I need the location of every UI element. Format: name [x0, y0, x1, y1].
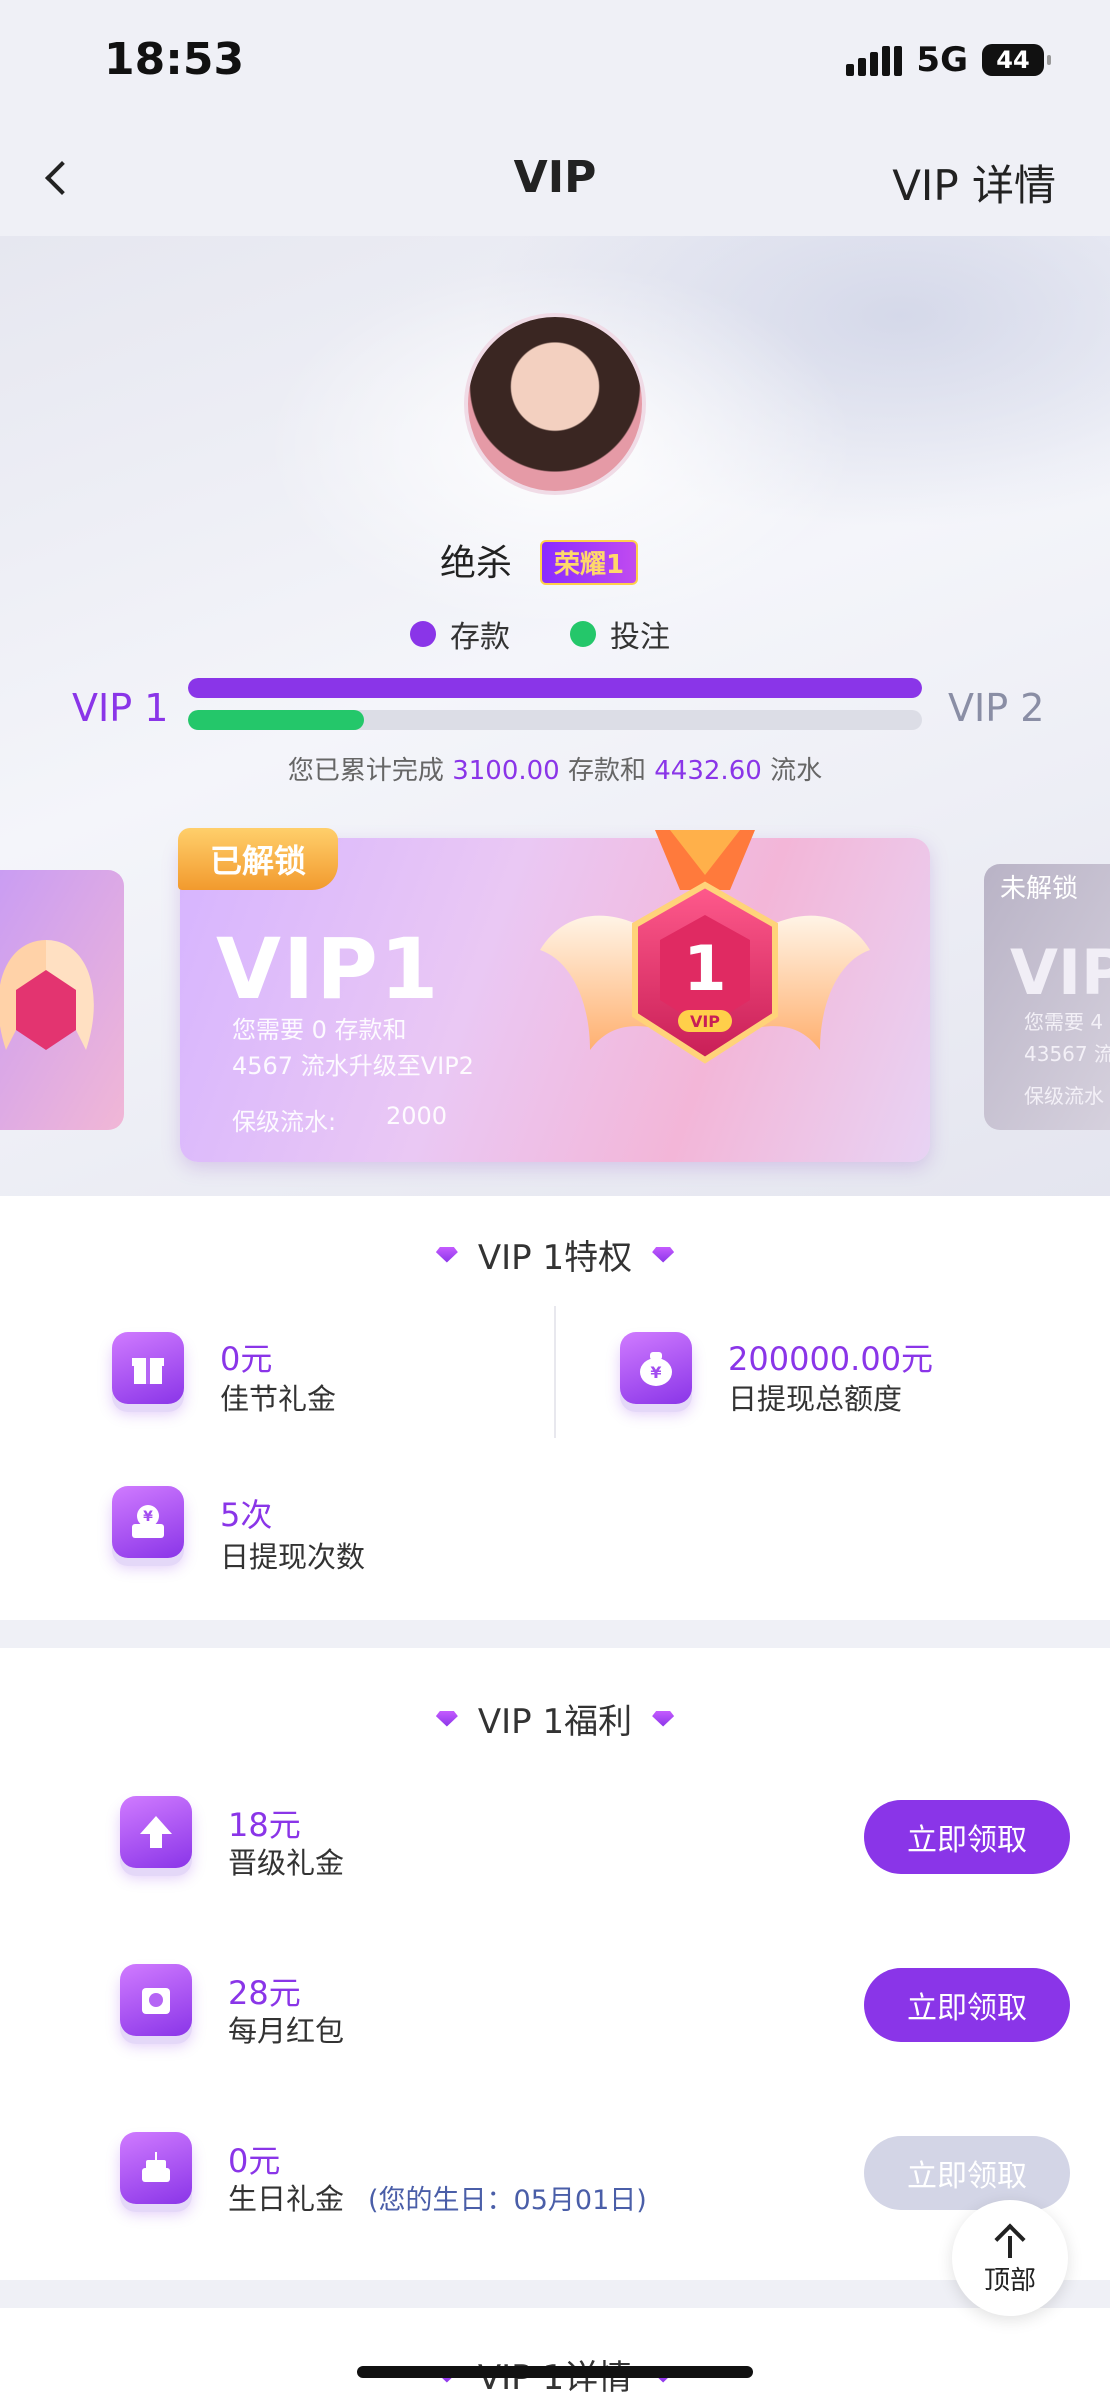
gem-icon	[435, 1710, 458, 1727]
vip-detail-link[interactable]: VIP 详情	[892, 152, 1056, 213]
next-card-requirement-1: 您需要 4	[1024, 1010, 1104, 1034]
medal-text: VIP	[690, 1012, 720, 1031]
summary-mid: 存款和	[567, 756, 646, 786]
status-indicators: 5G 44	[846, 40, 1051, 80]
progress-summary: 您已累计完成 3100.00 存款和 4432.60 流水	[0, 750, 1110, 787]
back-to-top-button[interactable]: 顶部	[952, 2200, 1068, 2316]
privilege-label-2: 日提现次数	[220, 1540, 366, 1574]
next-card-requirement-2: 43567 流	[1024, 1042, 1110, 1066]
claim-upgrade-bonus-button[interactable]: 立即领取	[864, 1800, 1070, 1874]
battery-level: 44	[996, 46, 1030, 74]
next-card-keep-label: 保级流水	[1024, 1084, 1104, 1108]
wings-medal-icon	[0, 940, 94, 1050]
gem-icon	[652, 1710, 675, 1727]
benefits-title: VIP 1福利	[0, 1694, 1110, 1743]
avatar	[464, 313, 646, 495]
gem-icon	[435, 1246, 458, 1263]
rank-badge: 荣耀1	[540, 540, 639, 585]
arrow-up-icon	[994, 2222, 1026, 2255]
battery-icon: 44	[982, 44, 1051, 76]
benefits-title-text: VIP 1福利	[477, 1702, 633, 1742]
gem-icon	[652, 1246, 675, 1263]
next-level-label: VIP 2	[948, 686, 1045, 730]
svg-text:¥: ¥	[143, 1509, 153, 1525]
next-card-level: VIP	[1010, 936, 1110, 1009]
card-requirement-1: 您需要 0 存款和	[232, 1016, 407, 1044]
privilege-value-0: 0元	[220, 1340, 273, 1378]
summary-deposit: 3100.00	[452, 756, 560, 786]
card-keep-value: 2000	[386, 1102, 448, 1130]
legend-label-deposit: 存款	[450, 620, 510, 655]
legend-label-bet: 投注	[610, 620, 670, 655]
username: 绝杀	[440, 543, 513, 584]
privilege-label-1: 日提现总额度	[728, 1382, 903, 1416]
privileges-title: VIP 1特权	[0, 1230, 1110, 1279]
claim-monthly-packet-button[interactable]: 立即领取	[864, 1968, 1070, 2042]
current-level-label: VIP 1	[72, 686, 169, 730]
summary-prefix: 您已累计完成	[287, 756, 444, 786]
privilege-value-2: 5次	[220, 1496, 273, 1534]
vip-medal-icon: 1 VIP	[540, 830, 870, 1064]
card-level: VIP1	[216, 920, 441, 1018]
withdraw-icon: ¥	[112, 1486, 184, 1558]
privilege-value-1: 200000.00元	[728, 1340, 934, 1378]
money-bag-icon: ¥	[620, 1332, 692, 1404]
red-packet-icon	[120, 1964, 192, 2036]
network-type: 5G	[916, 40, 968, 80]
card-requirement-2: 4567 流水升级至VIP2	[232, 1052, 474, 1080]
gift-icon	[112, 1332, 184, 1404]
privileges-title-text: VIP 1特权	[477, 1238, 633, 1278]
legend-deposit: 存款	[410, 612, 510, 656]
cake-icon	[120, 2132, 192, 2204]
status-time: 18:53	[104, 34, 245, 85]
home-indicator	[357, 2366, 753, 2378]
privilege-divider	[554, 1306, 556, 1438]
card-keep-label: 保级流水:	[232, 1108, 337, 1136]
bet-progress-fill	[188, 710, 365, 730]
legend-dot-deposit	[410, 621, 436, 647]
bet-progress-bar	[188, 710, 922, 730]
upgrade-arrow-icon	[120, 1796, 192, 1868]
medal-number: 1	[683, 932, 726, 1005]
birthday-note: (您的生日：05月01日)	[368, 2185, 647, 2216]
benefit-label-2: 生日礼金	[228, 2182, 345, 2216]
legend-dot-bet	[570, 621, 596, 647]
back-to-top-label: 顶部	[983, 2265, 1036, 2296]
benefit-label-0: 晋级礼金	[228, 1846, 345, 1880]
deposit-progress-bar	[188, 678, 922, 698]
privilege-label-0: 佳节礼金	[220, 1382, 337, 1416]
signal-icon	[846, 44, 903, 76]
svg-text:¥: ¥	[650, 1363, 661, 1382]
benefit-label-1: 每月红包	[228, 2014, 345, 2048]
summary-turnover: 4432.60	[654, 756, 762, 786]
unlocked-tag: 已解锁	[178, 828, 339, 890]
claim-birthday-bonus-button[interactable]: 立即领取	[864, 2136, 1070, 2210]
locked-tag: 未解锁	[1000, 874, 1079, 904]
deposit-progress-fill	[188, 678, 922, 698]
summary-suffix: 流水	[770, 756, 823, 786]
legend-bet: 投注	[570, 612, 670, 656]
